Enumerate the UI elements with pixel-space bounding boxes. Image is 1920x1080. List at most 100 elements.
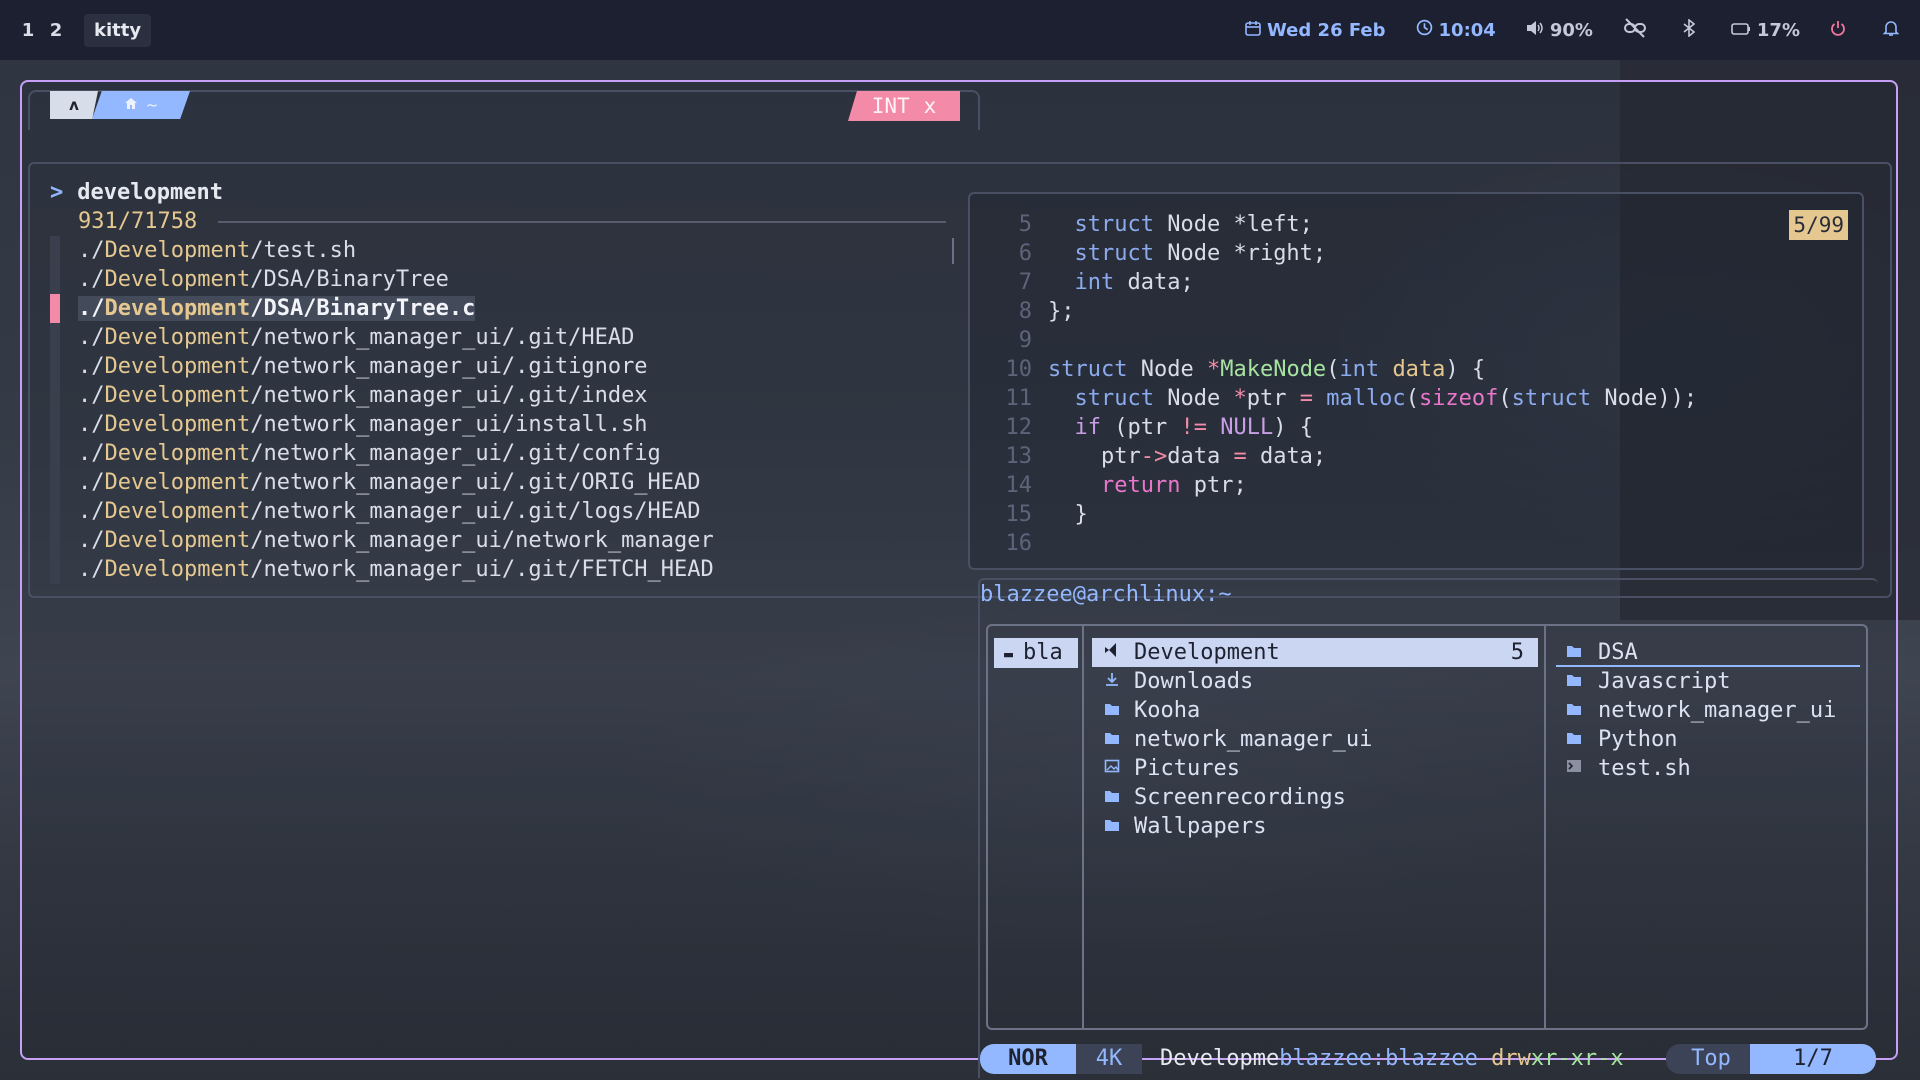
entry-name: Kooha [1134,698,1201,723]
fzf-result-item[interactable]: ./Development/network_manager_ui/.git/HE… [50,323,970,352]
path-match: Development [104,383,251,408]
line-number: 5 [1018,212,1032,237]
folder-icon [1556,667,1584,696]
code-line: 12 if (ptr != NULL) { [970,413,1850,442]
preview-first-underline [1556,665,1860,667]
dir-entry[interactable]: Downloads [1092,667,1538,696]
bell-icon [1882,19,1900,42]
vscode-icon [1092,638,1120,667]
line-number: 11 [1005,386,1033,411]
workspace-1[interactable]: 1 [14,20,42,41]
path-rest: /DSA/BinaryTree [250,267,449,292]
entry-name: Pictures [1134,756,1240,781]
fzf-result-item[interactable]: ./Development/DSA/BinaryTree [50,265,970,294]
path-prefix: ./ [78,557,105,582]
battery-widget[interactable]: 17% [1731,20,1800,41]
preview-entry[interactable]: network_manager_ui [1556,696,1860,725]
path-prefix: ./ [78,267,105,292]
parent-dir-entry[interactable]: ▬ bla [994,638,1078,668]
path-prefix: ./ [78,499,105,524]
date-text: Wed 26 Feb [1266,19,1386,41]
fzf-result-item[interactable]: ./Development/network_manager_ui/network… [50,526,970,555]
fzf-result-item[interactable]: ./Development/network_manager_ui/install… [50,410,970,439]
current-dir-list: Development 5 Downloads Kooha network_manage… [1092,638,1538,841]
date-widget[interactable]: Wed 26 Feb [1245,20,1386,41]
path-match: Development [104,557,251,582]
yazi-title: blazzee@archlinux:~ [980,582,1232,607]
fzf-result-item[interactable]: ./Development/network_manager_ui/.git/OR… [50,468,970,497]
cursor-position: 1/7 [1750,1044,1876,1074]
fzf-result-item[interactable]: ./Development/test.sh [50,236,970,265]
status-owner: blazzee:blazzee [1279,1046,1478,1071]
line-number: 9 [1018,328,1032,353]
path-prefix: ./ [78,528,105,553]
fzf-result-path: ./Development/network_manager_ui/.git/FE… [78,557,714,582]
code-line: 9 [970,326,1850,355]
close-icon[interactable]: x [924,94,937,118]
status-filename: Developme [1160,1046,1280,1071]
vi-mode-badge: INT x [848,91,960,121]
path-rest: /test.sh [250,238,357,263]
fzf-result-path: ./Development/network_manager_ui/.git/OR… [78,470,701,495]
clock-icon [1416,19,1433,41]
path-prefix: ./ [78,238,105,263]
entry-name: Javascript [1598,669,1731,694]
code-line: 8}; [970,297,1850,326]
path-match: Development [104,238,251,263]
network-widget[interactable] [1623,17,1653,43]
dir-entry[interactable]: Wallpapers [1092,812,1538,841]
speaker-icon [1526,20,1544,41]
dir-entry[interactable]: Development 5 [1092,638,1538,667]
status-area: Wed 26 Feb 10:04 90% 17% [1215,17,1906,43]
preview-entry[interactable]: Javascript [1556,667,1860,696]
entry-name: Development [1134,640,1280,665]
path-match: Development [104,528,251,553]
code-line: 6 struct Node *right; [970,239,1850,268]
path-match: Development [104,354,251,379]
code-line: 14 return ptr; [970,471,1850,500]
path-match: Development [104,499,251,524]
folder-icon [1556,696,1584,725]
fzf-result-item[interactable]: ./Development/network_manager_ui/.git/FE… [50,555,970,584]
code-line: 5 struct Node *left; [970,210,1850,239]
preview-entry[interactable]: DSA [1556,638,1860,667]
code-line: 10 struct Node *MakeNode(int data) { [970,355,1850,384]
path-rest: /network_manager_ui/.git/config [250,441,661,466]
dir-entry[interactable]: Kooha [1092,696,1538,725]
volume-widget[interactable]: 90% [1526,20,1593,41]
line-number: 10 [1005,357,1033,382]
notifications-button[interactable] [1882,19,1906,42]
fzf-result-item[interactable]: ./Development/network_manager_ui/.git/in… [50,381,970,410]
fzf-result-path: ./Development/network_manager_ui/.git/HE… [78,325,634,350]
bluetooth-widget[interactable] [1683,17,1701,42]
dir-entry[interactable]: network_manager_ui [1092,725,1538,754]
entry-name: Wallpapers [1134,814,1267,839]
size-indicator: 4K [1076,1044,1142,1074]
path-rest: /network_manager_ui/.git/index [250,383,648,408]
workspace-2[interactable]: 2 [42,20,70,41]
folder-icon [1092,812,1120,841]
dir-entry[interactable]: Screenrecordings [1092,783,1538,812]
dir-entry[interactable]: Pictures [1092,754,1538,783]
file-preview-pane: 5/99 5 struct Node *left; 6 struct Node … [968,192,1864,570]
fzf-result-item[interactable]: ./Development/network_manager_ui/.git/co… [50,439,970,468]
fzf-result-item[interactable]: ./Development/network_manager_ui/.gitign… [50,352,970,381]
path-rest: /network_manager_ui/network_manager [250,528,714,553]
fzf-result-item[interactable]: ./Development/DSA/BinaryTree.c [50,294,970,323]
download-folder-icon [1092,667,1120,696]
preview-entry[interactable]: Python [1556,725,1860,754]
fzf-result-item[interactable]: ./Development/network_manager_ui/.git/lo… [50,497,970,526]
clock-widget[interactable]: 10:04 [1416,19,1496,41]
power-button[interactable] [1830,20,1852,41]
line-number: 8 [1018,299,1032,324]
folder-icon: ▬ [1004,645,1014,663]
path-match: Development [104,296,251,321]
perm-rest: xr-xr-x [1530,1046,1624,1071]
fzf-result-path: ./Development/network_manager_ui/.git/co… [78,441,661,466]
fzf-result-path: ./Development/DSA/BinaryTree [78,267,449,292]
preview-entry[interactable]: test.sh [1556,754,1860,783]
fzf-query-line[interactable]: > development [50,180,223,205]
fzf-query-input[interactable]: development [77,180,223,205]
network-disconnected-icon [1623,17,1647,43]
line-number: 16 [1005,531,1033,556]
